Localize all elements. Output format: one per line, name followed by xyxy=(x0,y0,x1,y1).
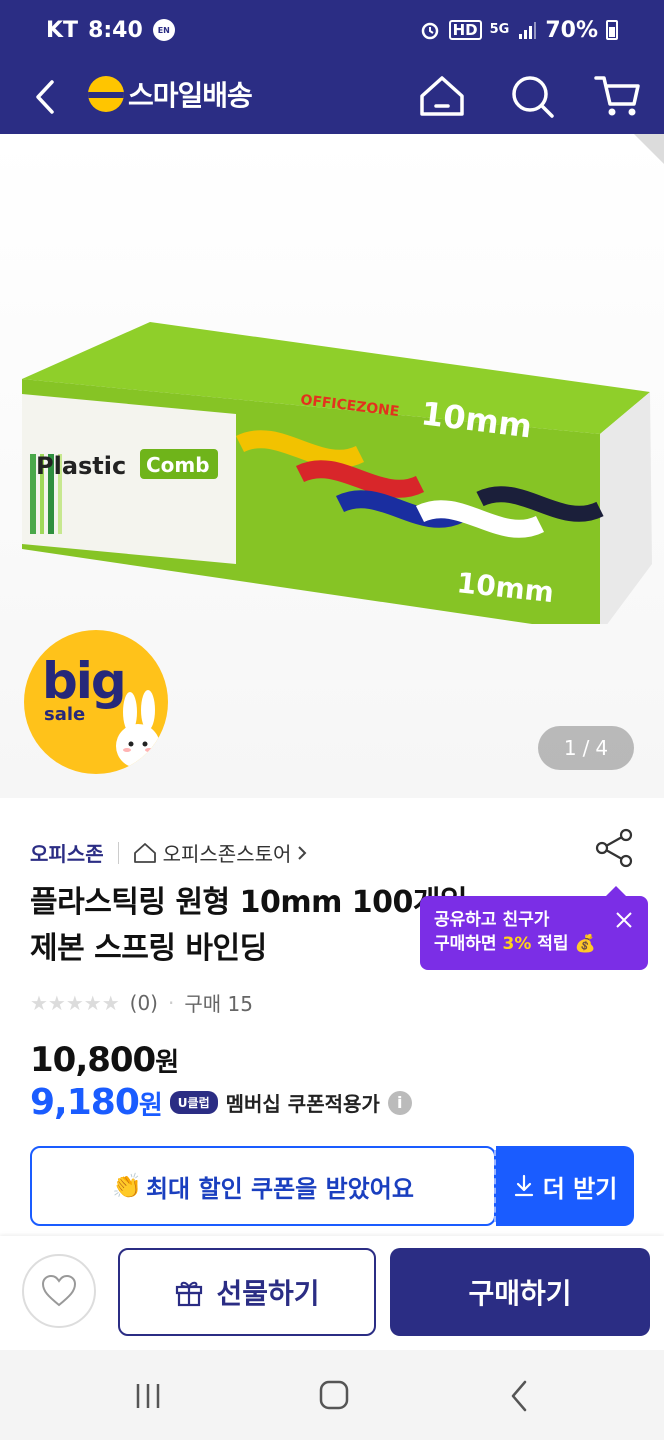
box-label-comb: Comb xyxy=(146,453,210,477)
coupon-text: 최대 할인 쿠폰을 받았어요 xyxy=(145,1174,414,1203)
bunny-icon xyxy=(116,690,160,768)
original-price-value: 10,800 xyxy=(30,1040,156,1080)
page-total: 4 xyxy=(595,736,609,760)
back-nav-icon[interactable] xyxy=(500,1378,540,1414)
divider xyxy=(117,841,119,864)
status-bar: KT 8:40 EN HD 5G 70% xyxy=(0,0,664,60)
gift-button[interactable]: 선물하기 xyxy=(118,1248,376,1336)
product-image-carousel[interactable]: Plastic Comb 10mm 10mm OFFICEZONE big sa… xyxy=(0,134,664,798)
more-coupons-label: 더 받기 xyxy=(542,1174,618,1203)
buy-label: 구매하기 xyxy=(468,1277,572,1310)
store-link[interactable]: 오피스존스토어 xyxy=(133,838,308,867)
divider: · xyxy=(168,990,175,1015)
coupon-received-banner[interactable]: 👏 최대 할인 쿠폰을 받았어요 xyxy=(30,1146,496,1226)
page-fold-decoration xyxy=(634,134,664,164)
signal-icon xyxy=(519,22,537,39)
system-nav-bar xyxy=(0,1350,664,1440)
currency: 원 xyxy=(138,1091,163,1121)
box-label-plastic: Plastic xyxy=(36,452,126,480)
carrier-label: KT xyxy=(46,17,79,43)
page-separator: / xyxy=(582,736,590,760)
close-icon[interactable] xyxy=(614,910,634,930)
smile-logo-icon xyxy=(88,76,124,112)
tooltip-line2: 구매하면 3% 적립 💰 xyxy=(434,932,634,956)
page-current: 1 xyxy=(563,736,577,760)
recent-apps-icon[interactable] xyxy=(128,1378,168,1414)
search-icon[interactable] xyxy=(504,68,560,124)
battery-icon xyxy=(606,20,618,40)
money-bag-icon: 💰 xyxy=(574,934,596,954)
download-icon xyxy=(514,1174,533,1197)
tooltip-line2-pre: 구매하면 xyxy=(434,934,503,954)
original-price: 10,800원 xyxy=(30,1040,179,1080)
app-header: 스마일배송 xyxy=(0,60,664,134)
more-coupons-button[interactable]: 더 받기 xyxy=(496,1146,634,1226)
gift-label: 선물하기 xyxy=(216,1277,320,1310)
tooltip-line2-post: 적립 xyxy=(531,934,569,954)
gift-icon xyxy=(176,1281,203,1307)
tooltip-line1: 공유하고 친구가 xyxy=(434,910,550,930)
sale-price-value: 9,180 xyxy=(30,1082,140,1123)
vpn-en-icon: EN xyxy=(152,19,175,41)
store-name: 오피스존스토어 xyxy=(162,842,292,866)
status-right: HD 5G 70% xyxy=(419,18,618,43)
home-icon[interactable] xyxy=(414,68,470,124)
buy-button[interactable]: 구매하기 xyxy=(390,1248,650,1336)
tooltip-percent: 3% xyxy=(502,934,532,954)
chevron-right-icon xyxy=(298,845,307,860)
membership-coupon-label: 멤버십 쿠폰적용가 xyxy=(225,1092,380,1116)
info-icon[interactable]: i xyxy=(387,1090,412,1115)
smile-delivery-logo[interactable]: 스마일배송 xyxy=(88,74,253,114)
logo-text: 스마일배송 xyxy=(128,79,253,112)
battery-percent: 70% xyxy=(545,17,598,43)
clock: 8:40 xyxy=(88,17,143,43)
brand-link[interactable]: 오피스존 xyxy=(30,838,104,867)
home-nav-icon[interactable] xyxy=(314,1378,354,1414)
store-home-icon xyxy=(133,842,156,863)
purchase-count: 구매 15 xyxy=(184,992,253,1016)
seller-row: 오피스존 오피스존스토어 xyxy=(30,838,307,867)
purchase-bar: 선물하기 구매하기 xyxy=(0,1236,664,1350)
big-sale-sale-text: sale xyxy=(44,704,86,725)
wishlist-button[interactable] xyxy=(22,1254,96,1328)
big-sale-badge: big sale xyxy=(24,630,168,774)
share-reward-tooltip: 공유하고 친구가 구매하면 3% 적립 💰 xyxy=(420,886,648,970)
heart-icon xyxy=(41,1274,77,1307)
sale-price: 9,180원 xyxy=(30,1082,163,1123)
hd-icon: HD xyxy=(448,20,482,40)
status-left: KT 8:40 EN xyxy=(46,18,175,43)
share-button[interactable] xyxy=(592,826,636,870)
currency: 원 xyxy=(155,1048,179,1078)
clap-icon: 👏 xyxy=(112,1172,142,1200)
back-button[interactable] xyxy=(24,72,68,122)
membership-price-row: 9,180원 U클럽 멤버십 쿠폰적용가 i xyxy=(30,1082,412,1123)
image-page-indicator: 1 / 4 xyxy=(538,726,634,770)
5g-icon: 5G xyxy=(489,22,510,37)
star-rating-icon: ★★★★★ xyxy=(30,990,120,1015)
review-count: (0) xyxy=(129,990,158,1015)
rating-row[interactable]: ★★★★★ (0) · 구매 15 xyxy=(30,988,253,1017)
cart-icon[interactable] xyxy=(590,68,646,124)
product-photo: Plastic Comb 10mm 10mm OFFICEZONE xyxy=(22,322,652,624)
uclub-badge: U클럽 xyxy=(169,1091,218,1114)
alarm-icon xyxy=(421,22,438,40)
